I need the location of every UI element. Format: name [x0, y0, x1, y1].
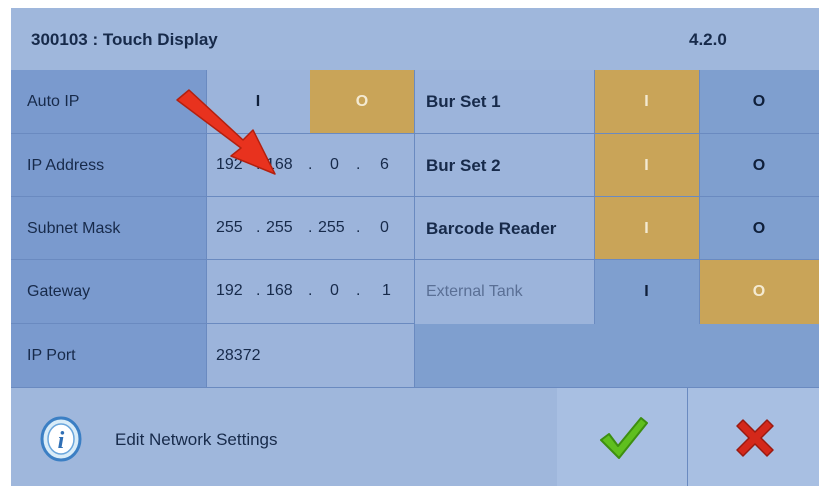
row-divider	[11, 259, 819, 260]
label-bur-set-1: Bur Set 1	[414, 70, 594, 134]
close-icon	[736, 419, 774, 457]
cancel-button[interactable]	[688, 388, 819, 486]
label-ip-port: IP Port	[11, 324, 206, 388]
subnet-mask-octet-1[interactable]: 255	[216, 219, 243, 237]
external-tank-on-button[interactable]: I	[594, 260, 699, 324]
red-arrow-icon	[176, 89, 276, 175]
bur-set-2-on-button[interactable]: I	[594, 134, 699, 197]
bur-set-1-on-button[interactable]: I	[594, 70, 699, 134]
barcode-reader-on-button[interactable]: I	[594, 197, 699, 260]
confirm-button[interactable]	[557, 388, 687, 486]
ip-port-field[interactable]: 28372	[206, 324, 414, 388]
subnet-mask-octet-4[interactable]: 0	[380, 219, 389, 237]
info-icon[interactable]: i	[39, 416, 83, 462]
column-divider	[414, 70, 415, 388]
software-version: 4.2.0	[689, 30, 727, 49]
gateway-octet-1[interactable]: 192	[216, 282, 243, 300]
label-external-tank: External Tank	[414, 260, 594, 324]
svg-text:i: i	[58, 428, 65, 454]
auto-ip-off-button[interactable]: O	[310, 70, 414, 134]
label-bur-set-2: Bur Set 2	[414, 134, 594, 197]
bur-set-2-off-button[interactable]: O	[699, 134, 819, 197]
subnet-mask-octet-3[interactable]: 255	[318, 219, 345, 237]
bur-set-1-off-button[interactable]: O	[699, 70, 819, 134]
touch-display-screen: 300103 : Touch Display 4.2.0 Auto IP IP …	[11, 8, 819, 486]
footer-bar: i Edit Network Settings	[11, 388, 819, 486]
row-divider	[11, 323, 414, 324]
label-subnet-mask: Subnet Mask	[11, 197, 206, 260]
row-divider	[11, 196, 819, 197]
label-barcode-reader: Barcode Reader	[414, 197, 594, 260]
barcode-reader-off-button[interactable]: O	[699, 197, 819, 260]
ip-address-octet-4[interactable]: 6	[380, 156, 389, 174]
checkmark-icon	[600, 417, 648, 459]
footer-title: Edit Network Settings	[115, 430, 278, 449]
external-tank-off-button[interactable]: O	[699, 260, 819, 324]
gateway-octet-4[interactable]: 1	[382, 282, 391, 300]
label-gateway: Gateway	[11, 260, 206, 324]
gateway-octet-3[interactable]: 0	[330, 282, 339, 300]
row-divider	[11, 133, 819, 134]
header-bar: 300103 : Touch Display 4.2.0	[11, 8, 819, 70]
empty-row	[414, 324, 819, 388]
subnet-mask-octet-2[interactable]: 255	[266, 219, 293, 237]
gateway-field[interactable]: 192 . 168 . 0 . 1	[206, 260, 414, 324]
screen-title: 300103 : Touch Display	[31, 30, 218, 49]
column-divider	[699, 70, 700, 324]
ip-address-octet-3[interactable]: 0	[330, 156, 339, 174]
gateway-octet-2[interactable]: 168	[266, 282, 293, 300]
column-divider	[594, 70, 595, 324]
subnet-mask-field[interactable]: 255 . 255 . 255 . 0	[206, 197, 414, 260]
